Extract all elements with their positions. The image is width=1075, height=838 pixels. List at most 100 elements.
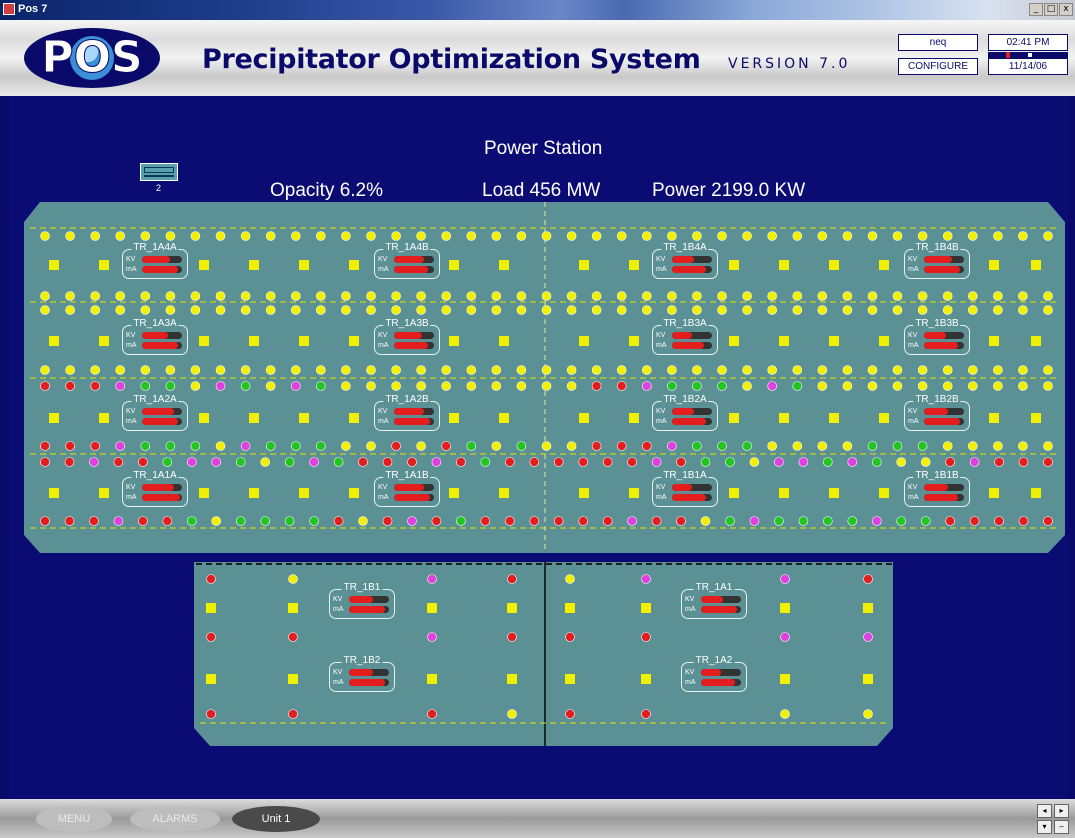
unit-1-tab[interactable]: Unit 1 bbox=[232, 806, 320, 832]
sensor-dot-yellow bbox=[842, 381, 853, 391]
sensor-dot-green bbox=[260, 516, 271, 526]
transformer-tr-1a2b[interactable]: TR_1A2B KV mA bbox=[374, 394, 440, 431]
ma-bar bbox=[142, 342, 182, 349]
ma-label: mA bbox=[656, 266, 667, 273]
sensor-dot-yellow bbox=[667, 365, 677, 375]
sensor-dot-yellow bbox=[1043, 365, 1053, 375]
sensor-dot-yellow bbox=[942, 305, 953, 315]
sensor-dot-yellow bbox=[942, 365, 953, 375]
hopper-square bbox=[299, 488, 309, 498]
ma-bar bbox=[142, 494, 182, 501]
sensor-dot-green bbox=[165, 381, 176, 391]
transformer-tr-1b3b[interactable]: TR_1B3B KV mA bbox=[904, 318, 970, 355]
hopper-square bbox=[206, 674, 216, 684]
transformer-tr-1a3b[interactable]: TR_1A3B KV mA bbox=[374, 318, 440, 355]
ma-bar bbox=[349, 606, 389, 613]
sensor-dot-green bbox=[140, 381, 151, 391]
sensor-dot-green bbox=[871, 457, 882, 467]
sensor-dot-yellow bbox=[967, 305, 978, 315]
transformer-tr-1a1a[interactable]: TR_1A1A KV mA bbox=[122, 470, 188, 507]
sensor-dot-yellow bbox=[717, 365, 727, 375]
hopper-square bbox=[49, 413, 59, 423]
sensor-dot-yellow bbox=[265, 291, 276, 301]
kv-bar bbox=[394, 256, 434, 263]
sensor-dot-yellow bbox=[817, 291, 828, 301]
transformer-tr-1a4a[interactable]: TR_1A4A KV mA bbox=[122, 242, 188, 279]
transformer-tr-1a3a[interactable]: TR_1A3A KV mA bbox=[122, 318, 188, 355]
ma-bar-fill bbox=[394, 342, 428, 349]
sensor-dot-yellow bbox=[1018, 291, 1028, 301]
sensor-dot-magenta bbox=[641, 574, 651, 584]
kv-bar bbox=[924, 484, 964, 491]
sensor-dot-yellow bbox=[942, 381, 953, 391]
sensor-dot-green bbox=[847, 516, 858, 526]
kv-bar-fill bbox=[142, 332, 168, 339]
sensor-dot-red bbox=[113, 457, 124, 467]
sensor-dot-yellow bbox=[441, 365, 452, 375]
hopper-square bbox=[99, 413, 109, 423]
transformer-tr-1b1a[interactable]: TR_1B1A KV mA bbox=[652, 470, 718, 507]
sensor-dot-red bbox=[480, 516, 491, 526]
transformer-tr-1a1[interactable]: TR_1A1 KV mA bbox=[681, 582, 747, 619]
hopper-square bbox=[779, 488, 789, 498]
transformer-tr-1a4b[interactable]: TR_1A4B KV mA bbox=[374, 242, 440, 279]
sensor-dot-yellow bbox=[641, 291, 652, 301]
ma-bar-fill bbox=[672, 342, 704, 349]
ma-label: mA bbox=[378, 494, 389, 501]
ma-bar bbox=[142, 418, 182, 425]
ma-bar-fill bbox=[924, 494, 958, 501]
ma-bar-fill bbox=[349, 606, 385, 613]
sensor-dot-yellow bbox=[566, 441, 577, 451]
sensor-dot-yellow bbox=[641, 231, 652, 241]
nav-down-icon[interactable]: ▾ bbox=[1037, 820, 1052, 834]
transformer-tr-1b2[interactable]: TR_1B2 KV mA bbox=[329, 655, 395, 692]
sensor-dot-yellow bbox=[692, 291, 702, 301]
sensor-dot-red bbox=[206, 632, 216, 642]
sensor-dot-yellow bbox=[566, 231, 577, 241]
transformer-tr-1b4b[interactable]: TR_1B4B KV mA bbox=[904, 242, 970, 279]
sensor-dot-yellow bbox=[591, 231, 602, 241]
ma-label: mA bbox=[685, 606, 696, 613]
sensor-dot-green bbox=[920, 516, 931, 526]
transformer-tr-1b1b[interactable]: TR_1B1B KV mA bbox=[904, 470, 970, 507]
sensor-dot-yellow bbox=[967, 441, 978, 451]
sensor-dot-yellow bbox=[416, 441, 426, 451]
sensor-dot-green bbox=[456, 516, 466, 526]
sensor-dot-yellow bbox=[817, 305, 828, 315]
kv-label: KV bbox=[656, 256, 666, 263]
sensor-dot-green bbox=[284, 457, 295, 467]
sensor-dot-yellow bbox=[341, 365, 351, 375]
hopper-square bbox=[641, 603, 651, 613]
hopper-square bbox=[829, 260, 839, 270]
hopper-square bbox=[829, 488, 839, 498]
sensor-dot-red bbox=[602, 516, 613, 526]
nav-left-icon[interactable]: ◂ bbox=[1037, 804, 1052, 818]
sensor-dot-magenta bbox=[211, 457, 221, 467]
nav-minus-icon[interactable]: – bbox=[1054, 820, 1069, 834]
transformer-tr-1a1b[interactable]: TR_1A1B KV mA bbox=[374, 470, 440, 507]
sensor-dot-yellow bbox=[896, 457, 907, 467]
transformer-tr-1a2a[interactable]: TR_1A2A KV mA bbox=[122, 394, 188, 431]
sensor-dot-green bbox=[725, 457, 735, 467]
kv-bar-fill bbox=[924, 332, 946, 339]
sensor-dot-red bbox=[40, 516, 50, 526]
sensor-dot-green bbox=[140, 441, 151, 451]
ma-bar-fill bbox=[672, 494, 706, 501]
menu-tab[interactable]: MENU bbox=[36, 806, 112, 832]
sensor-dot-yellow bbox=[341, 381, 351, 391]
transformer-tr-1b1[interactable]: TR_1B1 KV mA bbox=[329, 582, 395, 619]
alarms-tab[interactable]: ALARMS bbox=[130, 806, 220, 832]
transformer-tr-1b4a[interactable]: TR_1B4A KV mA bbox=[652, 242, 718, 279]
ma-bar-fill bbox=[142, 342, 178, 349]
transformer-tr-1b3a[interactable]: TR_1B3A KV mA bbox=[652, 318, 718, 355]
nav-right-icon[interactable]: ▸ bbox=[1054, 804, 1069, 818]
sensor-dot-yellow bbox=[717, 291, 727, 301]
sensor-dot-yellow bbox=[391, 305, 401, 315]
sensor-dot-yellow bbox=[566, 305, 577, 315]
transformer-tr-1a2[interactable]: TR_1A2 KV mA bbox=[681, 655, 747, 692]
sensor-dot-yellow bbox=[541, 381, 552, 391]
transformer-tr-1b2a[interactable]: TR_1B2A KV mA bbox=[652, 394, 718, 431]
kv-bar bbox=[701, 669, 741, 676]
sensor-dot-yellow bbox=[591, 291, 602, 301]
transformer-tr-1b2b[interactable]: TR_1B2B KV mA bbox=[904, 394, 970, 431]
